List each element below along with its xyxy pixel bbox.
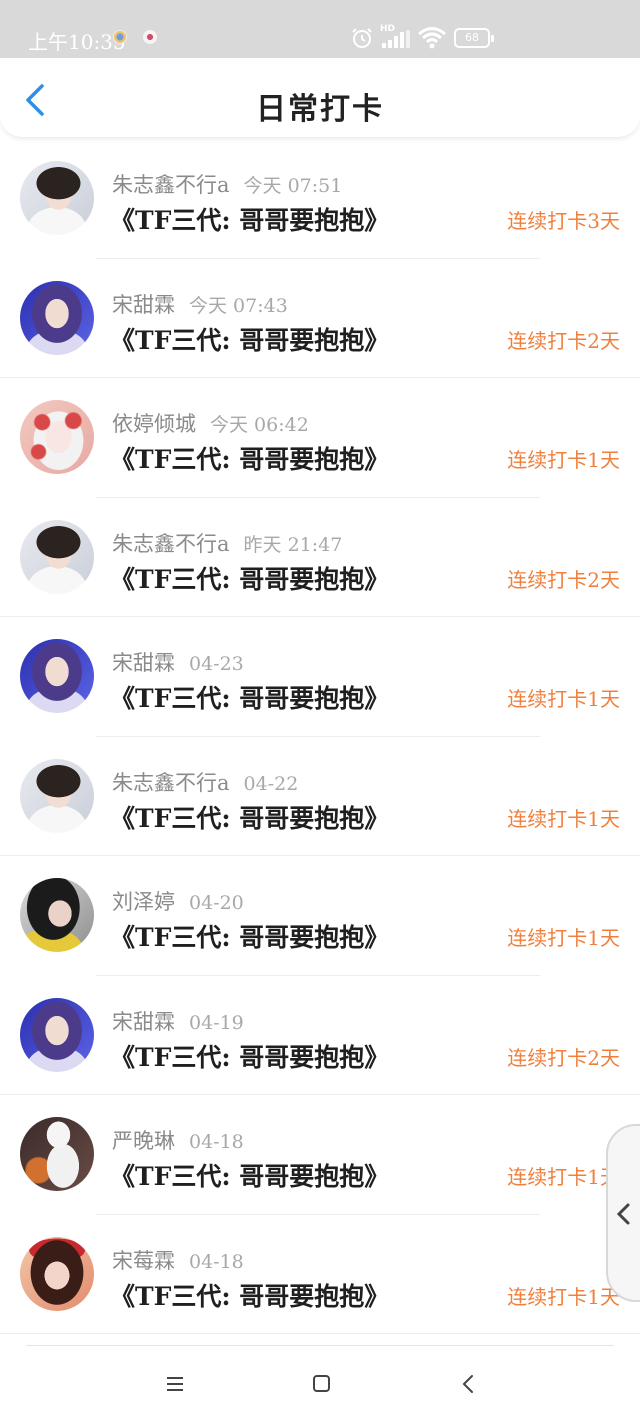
checkin-list-item[interactable]: 宋甜霖 04-19 《TF三代: 哥哥要抱抱》 连续打卡2天: [0, 976, 640, 1095]
book-title[interactable]: 《TF三代: 哥哥要抱抱》: [110, 918, 389, 954]
checkin-list-item[interactable]: 宋莓霖 04-18 《TF三代: 哥哥要抱抱》 连续打卡1天: [0, 1215, 640, 1334]
checkin-time: 今天 06:42: [210, 414, 309, 436]
book-title[interactable]: 《TF三代: 哥哥要抱抱》: [110, 1038, 389, 1074]
avatar[interactable]: [20, 1236, 94, 1311]
item-meta: 朱志鑫不行a 04-22: [112, 767, 298, 797]
checkin-time: 昨天 21:47: [243, 533, 343, 556]
avatar[interactable]: [20, 1117, 94, 1191]
checkin-list-item[interactable]: 宋甜霖 今天 07:43 《TF三代: 哥哥要抱抱》 连续打卡2天: [0, 259, 640, 378]
item-meta: 刘泽婷 04-20: [112, 886, 244, 916]
divider: [26, 1345, 614, 1346]
checkin-time: 今天 07:43: [189, 294, 288, 317]
user-name[interactable]: 宋甜霖: [112, 651, 175, 675]
item-meta: 宋甜霖 04-23: [112, 647, 244, 677]
streak-badge: 连续打卡1天: [507, 1165, 620, 1189]
checkin-time: 04-23: [189, 653, 244, 675]
checkin-list-item[interactable]: 刘泽婷 04-20 《TF三代: 哥哥要抱抱》 连续打卡1天: [0, 856, 640, 976]
checkin-time: 04-18: [189, 1250, 244, 1273]
user-name[interactable]: 朱志鑫不行a: [112, 173, 230, 197]
user-name[interactable]: 宋甜霖: [112, 293, 175, 317]
book-title[interactable]: 《TF三代: 哥哥要抱抱》: [110, 799, 389, 835]
signal-icon: [382, 30, 410, 48]
item-meta: 宋甜霖 04-19: [112, 1006, 244, 1036]
checkin-time: 04-18: [189, 1131, 244, 1153]
back-icon[interactable]: [454, 1370, 484, 1398]
user-name[interactable]: 朱志鑫不行a: [112, 771, 230, 795]
page-title: 日常打卡: [256, 92, 384, 127]
checkin-list-item[interactable]: 严晚琳 04-18 《TF三代: 哥哥要抱抱》 连续打卡1天: [0, 1095, 640, 1215]
user-name[interactable]: 朱志鑫不行a: [112, 532, 230, 556]
divider: [0, 1333, 640, 1334]
checkin-time: 04-20: [189, 892, 244, 914]
status-bar: 上午10:35 HD 68: [0, 0, 640, 58]
checkin-time: 04-19: [189, 1011, 244, 1034]
streak-badge: 连续打卡1天: [507, 1284, 620, 1309]
checkin-list: 朱志鑫不行a 今天 07:51 《TF三代: 哥哥要抱抱》 连续打卡3天 宋甜霖 今天 0…: [0, 139, 640, 1334]
book-title[interactable]: 《TF三代: 哥哥要抱抱》: [110, 679, 389, 715]
status-time: 上午10:35: [28, 30, 126, 54]
streak-badge: 连续打卡2天: [507, 567, 620, 592]
avatar[interactable]: [20, 878, 94, 952]
checkin-time: 今天 07:51: [243, 175, 343, 197]
checkin-list-item[interactable]: 朱志鑫不行a 04-22 《TF三代: 哥哥要抱抱》 连续打卡1天: [0, 737, 640, 856]
checkin-time: 04-22: [243, 772, 299, 795]
book-title[interactable]: 《TF三代: 哥哥要抱抱》: [110, 1157, 389, 1193]
avatar[interactable]: [20, 997, 94, 1072]
home-square-icon[interactable]: [306, 1370, 336, 1398]
side-drawer-handle[interactable]: [606, 1124, 640, 1302]
streak-badge: 连续打卡1天: [507, 448, 620, 472]
avatar[interactable]: [20, 639, 94, 713]
avatar[interactable]: [20, 400, 94, 474]
avatar[interactable]: [20, 161, 94, 235]
page-header: 日常打卡: [0, 58, 640, 138]
menu-icon[interactable]: [160, 1370, 190, 1398]
checkin-list-item[interactable]: 朱志鑫不行a 今天 07:51 《TF三代: 哥哥要抱抱》 连续打卡3天: [0, 139, 640, 259]
user-name[interactable]: 严晚琳: [112, 1129, 175, 1153]
notification-app-icon: [143, 30, 157, 44]
avatar[interactable]: [20, 519, 94, 594]
streak-badge: 连续打卡1天: [507, 806, 620, 831]
notification-app-icon: [113, 30, 127, 44]
user-name[interactable]: 宋莓霖: [112, 1249, 175, 1273]
item-meta: 朱志鑫不行a 今天 07:51: [112, 169, 342, 199]
book-title[interactable]: 《TF三代: 哥哥要抱抱》: [110, 201, 389, 237]
checkin-list-item[interactable]: 朱志鑫不行a 昨天 21:47 《TF三代: 哥哥要抱抱》 连续打卡2天: [0, 498, 640, 617]
item-meta: 宋莓霖 04-18: [112, 1245, 244, 1275]
book-title[interactable]: 《TF三代: 哥哥要抱抱》: [110, 321, 389, 357]
streak-badge: 连续打卡3天: [507, 209, 620, 233]
user-name[interactable]: 刘泽婷: [112, 890, 175, 914]
book-title[interactable]: 《TF三代: 哥哥要抱抱》: [110, 560, 389, 596]
book-title[interactable]: 《TF三代: 哥哥要抱抱》: [110, 1277, 389, 1313]
alarm-icon: [352, 28, 372, 48]
item-meta: 依婷倾城 今天 06:42: [112, 408, 309, 438]
chevron-left-icon: [616, 1203, 630, 1225]
streak-badge: 连续打卡1天: [507, 687, 620, 711]
item-meta: 朱志鑫不行a 昨天 21:47: [112, 528, 342, 558]
streak-badge: 连续打卡2天: [507, 328, 620, 353]
battery-icon: 68: [454, 28, 494, 48]
user-name[interactable]: 依婷倾城: [112, 412, 196, 436]
avatar[interactable]: [20, 280, 94, 355]
user-name[interactable]: 宋甜霖: [112, 1010, 175, 1034]
item-meta: 严晚琳 04-18: [112, 1125, 244, 1155]
streak-badge: 连续打卡2天: [507, 1045, 620, 1070]
checkin-list-item[interactable]: 依婷倾城 今天 06:42 《TF三代: 哥哥要抱抱》 连续打卡1天: [0, 378, 640, 498]
item-meta: 宋甜霖 今天 07:43: [112, 289, 288, 319]
checkin-list-item[interactable]: 宋甜霖 04-23 《TF三代: 哥哥要抱抱》 连续打卡1天: [0, 617, 640, 737]
streak-badge: 连续打卡1天: [507, 926, 620, 950]
avatar[interactable]: [20, 758, 94, 833]
book-title[interactable]: 《TF三代: 哥哥要抱抱》: [110, 440, 389, 476]
wifi-icon: [418, 27, 446, 49]
